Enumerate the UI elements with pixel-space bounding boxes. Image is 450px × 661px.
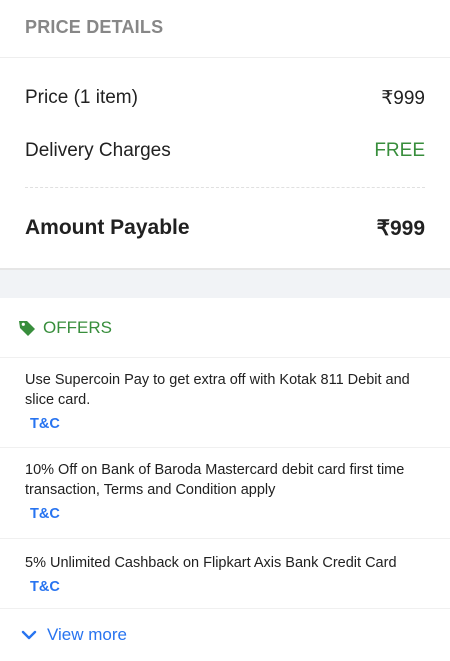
- offers-title: OFFERS: [43, 317, 112, 337]
- amount-payable-row: Amount Payable ₹999: [25, 188, 425, 268]
- view-more-button[interactable]: View more: [0, 609, 450, 661]
- amount-payable-label: Amount Payable: [25, 216, 190, 239]
- tc-link[interactable]: T&C: [30, 579, 60, 595]
- delivery-label: Delivery Charges: [25, 140, 171, 161]
- section-gap: [0, 270, 450, 298]
- offer-text: Use Supercoin Pay to get extra off with …: [25, 372, 410, 408]
- chevron-down-icon: [20, 626, 38, 644]
- offers-header: OFFERS: [0, 298, 450, 358]
- price-details-card: PRICE DETAILS Price (1 item) ₹999 Delive…: [0, 0, 450, 270]
- offer-item: Use Supercoin Pay to get extra off with …: [0, 358, 450, 448]
- offer-item: 10% Off on Bank of Baroda Mastercard deb…: [0, 448, 450, 539]
- delivery-row: Delivery Charges FREE: [25, 131, 425, 171]
- amount-payable-value: ₹999: [376, 216, 425, 240]
- price-details-body: Price (1 item) ₹999 Delivery Charges FRE…: [0, 78, 450, 268]
- delivery-value: FREE: [374, 140, 425, 161]
- price-value: ₹999: [381, 87, 425, 109]
- offer-item: 5% Unlimited Cashback on Flipkart Axis B…: [0, 539, 450, 609]
- view-more-label: View more: [47, 625, 127, 644]
- price-details-header: PRICE DETAILS: [0, 0, 450, 58]
- tc-link[interactable]: T&C: [30, 506, 60, 522]
- tc-link[interactable]: T&C: [30, 416, 60, 432]
- price-row: Price (1 item) ₹999: [25, 78, 425, 118]
- offer-text: 10% Off on Bank of Baroda Mastercard deb…: [25, 462, 405, 498]
- tag-icon: [17, 318, 37, 338]
- price-label: Price (1 item): [25, 87, 138, 108]
- offers-card: OFFERS Use Supercoin Pay to get extra of…: [0, 298, 450, 661]
- price-details-title: PRICE DETAILS: [25, 17, 164, 37]
- offer-text: 5% Unlimited Cashback on Flipkart Axis B…: [25, 555, 397, 571]
